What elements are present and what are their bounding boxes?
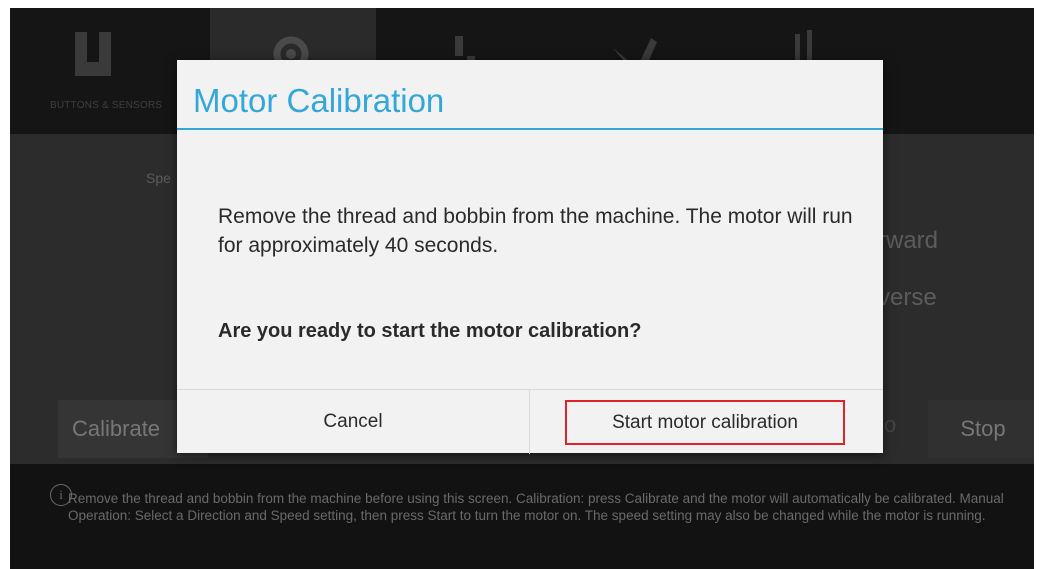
dialog-question: Are you ready to start the motor calibra… [218,320,642,342]
speed-label: Spe [146,170,171,186]
start-motor-calibration-button[interactable]: Start motor calibration [565,400,845,445]
direction-forward-option[interactable]: rward [878,227,938,255]
start-indicator: o [884,412,897,437]
u-shape-icon [75,32,111,76]
cancel-button[interactable]: Cancel [177,390,529,454]
tab-label: BUTTONS & SENSORS [50,100,163,111]
direction-reverse-option[interactable]: verse [878,284,937,312]
motor-calibration-dialog: Motor Calibration Remove the thread and … [177,60,883,454]
info-text: Remove the thread and bobbin from the ma… [68,491,1004,523]
stop-button[interactable]: Stop [928,400,1034,458]
dialog-button-row: Cancel Start motor calibration [177,389,883,454]
app-window: BUTTONS & SENSORS Spe rward verse Calibr… [10,8,1034,569]
title-divider [177,128,883,130]
tab-buttons-sensors[interactable]: BUTTONS & SENSORS [10,8,176,134]
dialog-message: Remove the thread and bobbin from the ma… [218,205,853,257]
button-divider [529,390,530,454]
dialog-title: Motor Calibration [193,82,445,119]
info-bar: i Remove the thread and bobbin from the … [10,464,1034,569]
